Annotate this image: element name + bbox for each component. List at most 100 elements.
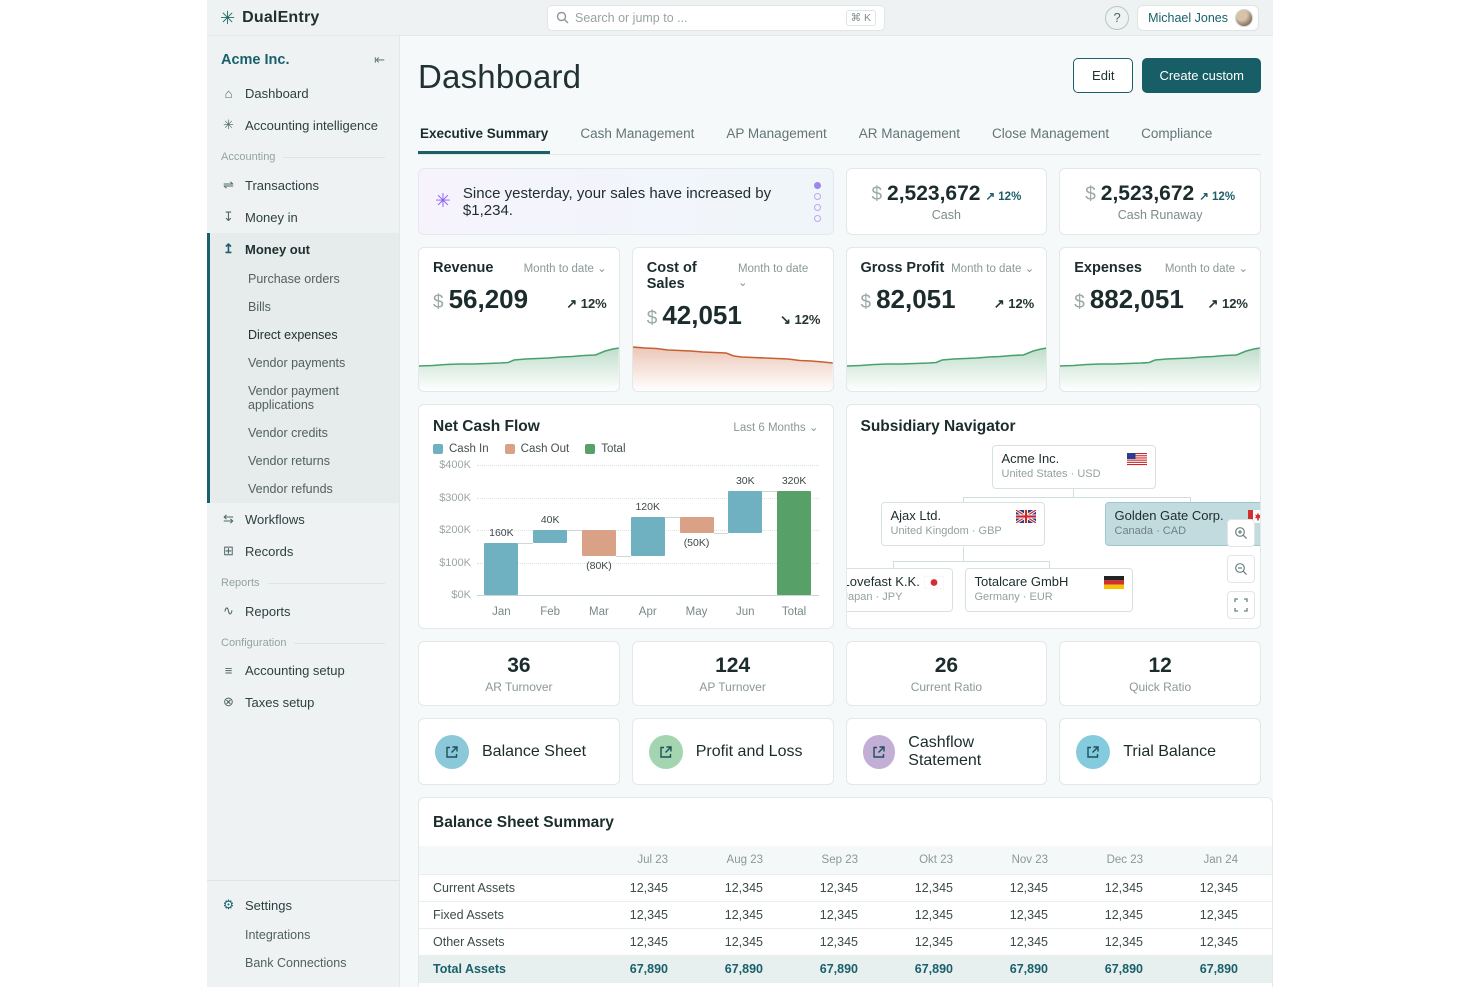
bar-label: 320K [782,475,807,487]
sidebar-footer: ⚙SettingsIntegrationsBank Connections [207,880,399,987]
sidebar-item-purchase-orders[interactable]: Purchase orders [210,265,399,293]
period-dropdown[interactable]: Month to date ⌄ [951,261,1034,275]
subsidiary-node-totalcare[interactable]: Totalcare GmbH Germany · EUR [965,568,1133,612]
tab-cash-management[interactable]: Cash Management [578,118,696,154]
period-dropdown[interactable]: Month to date ⌄ [738,263,821,289]
sidebar-item-integrations[interactable]: Integrations [207,921,399,949]
tab-compliance[interactable]: Compliance [1139,118,1214,154]
sidebar-collapse-icon[interactable]: ⇤ [374,52,385,68]
report-link-trial-balance[interactable]: Trial Balance [1059,718,1261,785]
bar-label: 30K [736,475,755,487]
bar-label: (80K) [586,560,612,572]
chart-legend: Cash InCash OutTotal [433,443,819,455]
org-name: Acme Inc. [221,52,290,68]
zoom-in-button[interactable] [1227,519,1255,547]
sidebar-item-records[interactable]: ⊞Records [207,535,399,567]
trend-up-icon: ↗ 12% [1199,189,1235,203]
main-content: Dashboard Edit Create custom Executive S… [400,36,1273,987]
edit-button[interactable]: Edit [1073,58,1133,93]
banner-dot[interactable] [814,204,821,211]
sidebar-item-reports[interactable]: ∿Reports [207,595,399,627]
search-input[interactable] [575,11,840,25]
money-in-icon: ↧ [221,209,236,225]
page-title: Dashboard [418,58,581,96]
sidebar-item-vendor-credits[interactable]: Vendor credits [210,419,399,447]
banner-dot[interactable] [814,215,821,222]
sidebar-section-configuration: Configuration [207,627,399,655]
external-link-icon [872,745,886,759]
external-link-icon [659,745,673,759]
help-button[interactable]: ? [1105,6,1129,30]
global-search[interactable]: ⌘ K [547,5,885,31]
period-dropdown[interactable]: Month to date ⌄ [524,261,607,275]
brand: ✳ DualEntry [207,9,400,27]
sidebar-item-vendor-payments[interactable]: Vendor payments [210,349,399,377]
dashboard-tabs: Executive Summary Cash Management AP Manag… [418,118,1261,155]
report-link-cashflow-statement[interactable]: Cashflow Statement [846,718,1048,785]
banner-dot[interactable] [814,182,821,189]
column-header: Feb 24 [1254,846,1273,875]
chart-x-axis: JanFebMarAprMayJunTotal [477,606,819,618]
table-row-total-assets: Total Assets67,89067,89067,89067,89067,8… [419,956,1273,983]
sidebar-group-money-out: ↥Money outPurchase ordersBillsDirect exp… [207,233,399,503]
sparkline-chart [419,333,619,391]
tab-ap-management[interactable]: AP Management [724,118,828,154]
sidebar-section-accounting: Accounting [207,141,399,169]
subsidiary-node-acme[interactable]: Acme Inc. United States · USD [992,445,1156,489]
sliders-icon: ≡ [221,663,236,678]
sidebar-item-taxes-setup[interactable]: ⊗Taxes setup [207,686,399,718]
connector-line [963,547,964,561]
period-dropdown[interactable]: Month to date ⌄ [1165,261,1248,275]
bar-label: 40K [541,514,560,526]
banner-dot[interactable] [814,193,821,200]
sidebar-item-workflows[interactable]: ⇆Workflows [207,503,399,535]
sidebar-item-direct-expenses[interactable]: Direct expenses [210,321,399,349]
report-link-profit-and-loss[interactable]: Profit and Loss [632,718,834,785]
sidebar-item-settings[interactable]: ⚙Settings [207,889,399,921]
sidebar: Acme Inc. ⇤ ⌂Dashboard ✳Accounting intel… [207,36,400,987]
sidebar-item-transactions[interactable]: ⇌Transactions [207,169,399,201]
net-cash-flow-period-dropdown[interactable]: Last 6 Months ⌄ [733,420,818,434]
sidebar-item-vendor-refunds[interactable]: Vendor refunds [210,475,399,503]
subsidiary-node-ajax[interactable]: Ajax Ltd. United Kingdom · GBP [881,502,1045,546]
report-link-balance-sheet[interactable]: Balance Sheet [418,718,620,785]
column-header: Jan 24 [1159,846,1254,875]
sidebar-item-bills[interactable]: Bills [210,293,399,321]
net-cash-flow-title: Net Cash Flow [433,418,540,436]
sidebar-item-vendor-payment-applications[interactable]: Vendor payment applications [210,377,399,419]
table-row-current-liabilities: Current Liabilities12,34512,34512,34512,… [419,983,1273,987]
sidebar-item-dashboard[interactable]: ⌂Dashboard [207,78,399,109]
table-row-other-assets: Other Assets12,34512,34512,34512,34512,3… [419,929,1273,956]
ratio-card-current-ratio: 26 Current Ratio [846,641,1048,706]
tab-executive-summary[interactable]: Executive Summary [418,118,550,154]
user-menu[interactable]: Michael Jones [1137,5,1259,31]
column-header: Okt 23 [874,846,969,875]
sidebar-section-reports: Reports [207,567,399,595]
avatar [1235,9,1253,27]
sidebar-item-money-out[interactable]: ↥Money out [210,233,399,265]
search-shortcut-badge: ⌘ K [846,10,876,26]
chart-y-axis: $0K$100K$200K$300K$400K [433,465,477,602]
sparkle-icon: ✳ [221,117,236,133]
japan-flag-icon [924,576,944,589]
taxes-icon: ⊗ [221,694,236,710]
external-link-icon [445,745,459,759]
sidebar-item-money-in[interactable]: ↧Money in [207,201,399,233]
gear-icon: ⚙ [221,897,236,913]
kpi-card-cost-of-sales: Cost of Sales Month to date ⌄ $ 42,051 ↘… [632,247,834,392]
ai-sparkle-icon: ✳ [435,190,451,213]
subsidiary-node-lovefast[interactable]: Lovefast K.K. Japan · JPY [846,568,953,612]
fullscreen-button[interactable] [1227,591,1255,619]
zoom-out-button[interactable] [1227,555,1255,583]
table-row-fixed-assets: Fixed Assets12,34512,34512,34512,34512,3… [419,902,1273,929]
sidebar-item-accounting-intelligence[interactable]: ✳Accounting intelligence [207,109,399,141]
tab-ar-management[interactable]: AR Management [857,118,962,154]
sidebar-item-vendor-returns[interactable]: Vendor returns [210,447,399,475]
create-custom-button[interactable]: Create custom [1142,58,1261,93]
sidebar-item-bank-connections[interactable]: Bank Connections [207,949,399,977]
column-header: Jul 23 [589,846,684,875]
zoom-out-icon [1234,562,1248,576]
sidebar-item-accounting-setup[interactable]: ≡Accounting setup [207,655,399,686]
ratio-card-quick-ratio: 12 Quick Ratio [1059,641,1261,706]
tab-close-management[interactable]: Close Management [990,118,1111,154]
